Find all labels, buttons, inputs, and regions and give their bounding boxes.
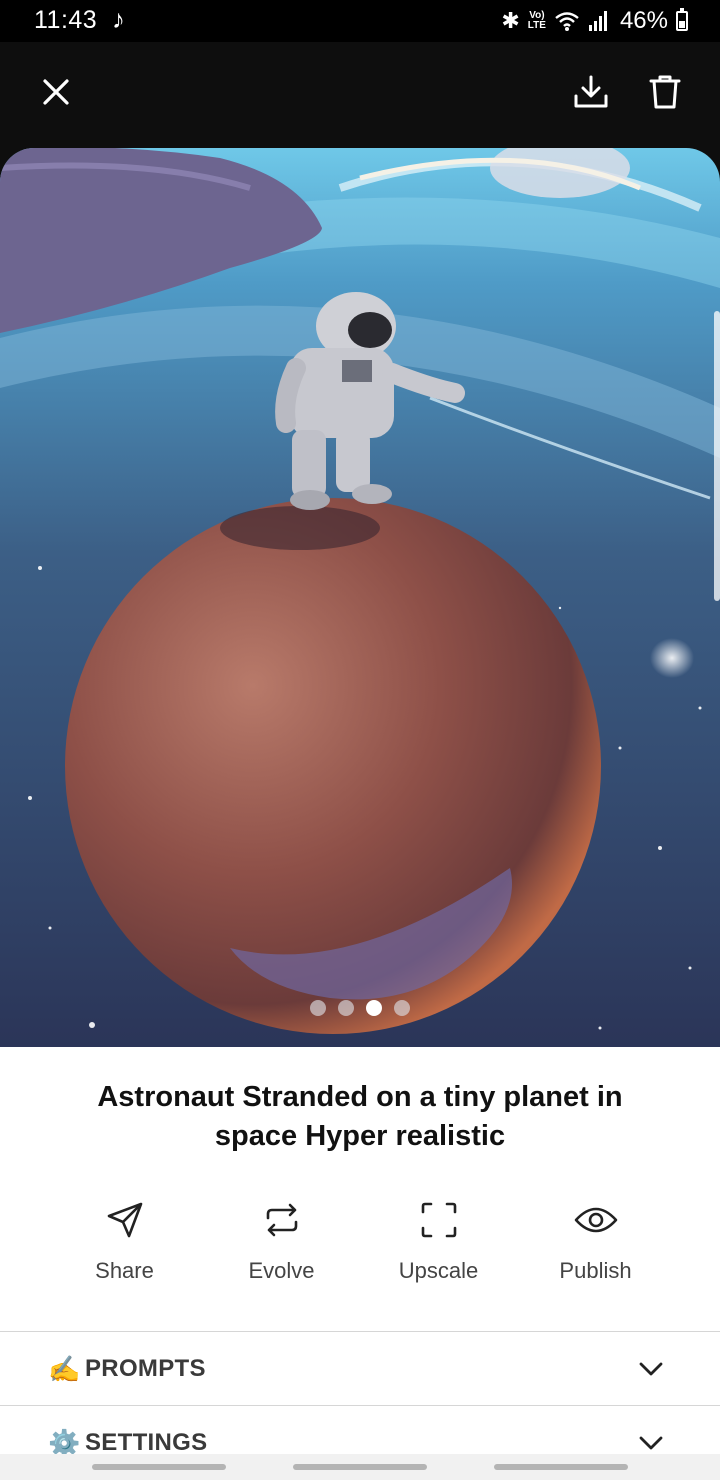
gesture-navigation-bar — [0, 1454, 720, 1480]
evolve-label: Evolve — [248, 1258, 315, 1283]
trash-icon — [649, 75, 681, 109]
image-viewer — [0, 148, 720, 1047]
evolve-button[interactable]: Evolve — [203, 1196, 360, 1296]
gesture-pill-left[interactable] — [92, 1464, 226, 1470]
upscale-button[interactable]: Upscale — [360, 1196, 517, 1296]
bluetooth-icon: ✱ — [501, 8, 520, 33]
image-title: Astronaut Stranded on a tiny planet in s… — [97, 1081, 623, 1152]
prompts-section-header[interactable]: ✍️ PROMPTS — [0, 1332, 720, 1406]
status-icons: ✱ Vo) LTE 46% — [501, 6, 688, 36]
lte-indicator: Vo) LTE — [528, 11, 546, 31]
status-time: 11:43 — [34, 6, 98, 34]
scroll-indicator[interactable] — [714, 311, 720, 601]
repeat-icon — [258, 1196, 306, 1244]
lte-label: LTE — [527, 20, 546, 31]
wifi-icon — [555, 12, 579, 31]
settings-label: SETTINGS — [85, 1429, 208, 1456]
chevron-down-icon — [639, 1362, 663, 1376]
music-note-icon: ♪ — [112, 4, 125, 34]
gesture-pill-right[interactable] — [494, 1464, 628, 1470]
eye-icon — [572, 1196, 620, 1244]
send-icon — [101, 1196, 149, 1244]
share-label: Share — [95, 1258, 154, 1283]
carousel-dot[interactable] — [394, 1000, 410, 1016]
status-bar: 11:43 ♪ ✱ Vo) LTE 46% — [0, 0, 720, 42]
generated-image[interactable] — [0, 148, 720, 1047]
maximize-icon — [415, 1196, 463, 1244]
download-button[interactable] — [561, 62, 621, 122]
gesture-pill-home[interactable] — [293, 1464, 427, 1470]
carousel-dot[interactable] — [366, 1000, 382, 1016]
action-bar: Share Evolve Upscale Publish — [46, 1196, 674, 1296]
delete-button[interactable] — [635, 62, 695, 122]
carousel-dot[interactable] — [310, 1000, 326, 1016]
battery-percent: 46% — [619, 7, 668, 34]
signal-icon — [588, 11, 607, 31]
carousel-dot[interactable] — [338, 1000, 354, 1016]
astronaut-planet-artwork — [0, 148, 720, 1047]
carousel-dots[interactable] — [0, 1000, 720, 1016]
publish-label: Publish — [559, 1258, 632, 1283]
top-app-bar — [0, 42, 720, 148]
share-button[interactable]: Share — [46, 1196, 203, 1296]
prompts-label: PROMPTS — [85, 1355, 206, 1382]
close-icon — [43, 79, 69, 105]
writing-hand-icon: ✍️ — [48, 1353, 81, 1384]
battery-icon — [676, 8, 688, 31]
download-icon — [574, 75, 608, 108]
battery-fill — [679, 20, 685, 28]
close-button[interactable] — [26, 62, 86, 122]
upscale-label: Upscale — [398, 1258, 479, 1283]
publish-button[interactable]: Publish — [517, 1196, 674, 1296]
